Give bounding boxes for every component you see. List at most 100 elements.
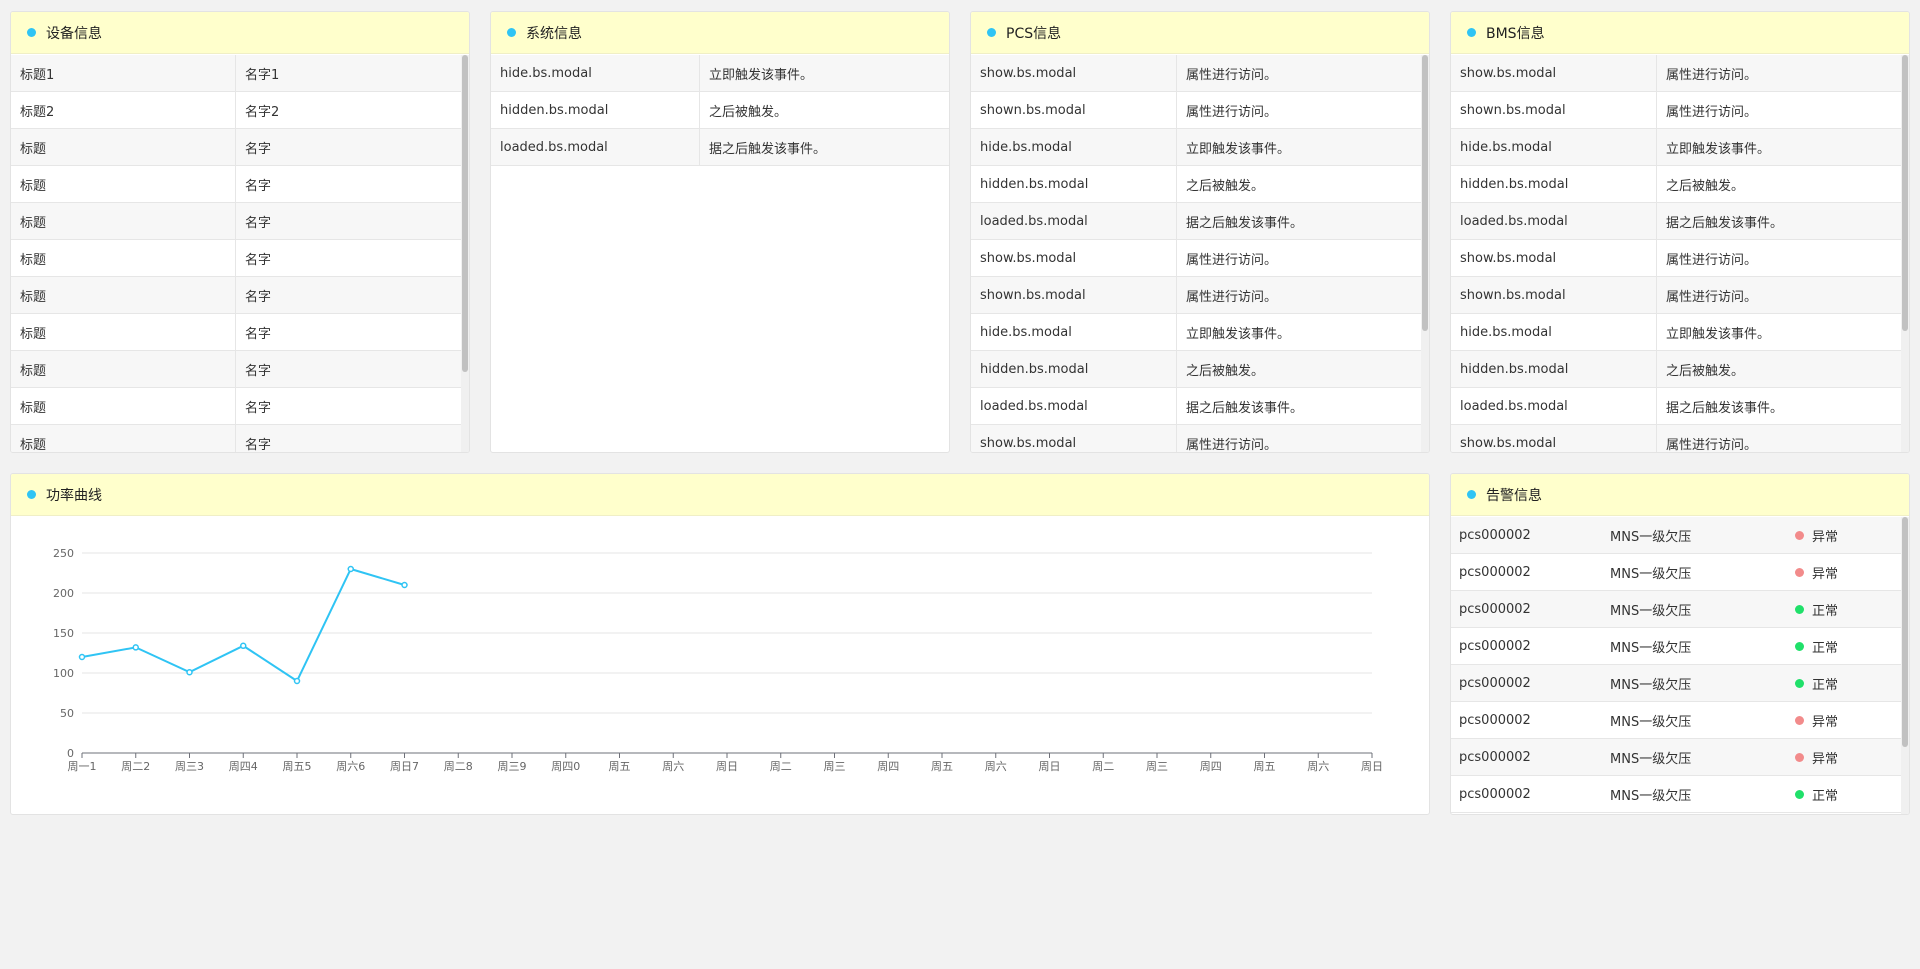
scrollbar-thumb[interactable]: [462, 55, 468, 372]
pcs-table: show.bs.modal 属性进行访问。 shown.bs.modal 属性进行访问…: [971, 55, 1429, 452]
table-row[interactable]: loaded.bs.modal 据之后触发该事件。: [491, 129, 949, 166]
alarm-row[interactable]: pcs000002 MNS一级欠压 异常: [1451, 517, 1909, 554]
alarm-row[interactable]: pcs000002 MNS一级欠压 正常: [1451, 665, 1909, 702]
scrollbar[interactable]: [1901, 517, 1909, 814]
table-row[interactable]: loaded.bs.modal 据之后触发该事件。: [971, 203, 1429, 240]
row-key: show.bs.modal: [971, 55, 1177, 91]
table-row[interactable]: loaded.bs.modal 据之后触发该事件。: [1451, 388, 1909, 425]
bms-table: show.bs.modal 属性进行访问。 shown.bs.modal 属性进行访问…: [1451, 55, 1909, 452]
table-row[interactable]: hide.bs.modal 立即触发该事件。: [971, 314, 1429, 351]
status-label: 正常: [1812, 603, 1839, 619]
row-key: 标题: [11, 425, 236, 452]
table-row[interactable]: hide.bs.modal 立即触发该事件。: [1451, 129, 1909, 166]
table-row[interactable]: show.bs.modal 属性进行访问。: [971, 55, 1429, 92]
status-abnormal-icon: [1795, 752, 1804, 762]
row-key: hide.bs.modal: [971, 129, 1177, 165]
scrollbar[interactable]: [461, 55, 469, 452]
alarm-row[interactable]: pcs000002 MNS一级欠压 正常: [1451, 591, 1909, 628]
panel-title: PCS信息: [1006, 25, 1062, 42]
row-key: 标题: [11, 351, 236, 387]
device-info-header: 设备信息: [11, 12, 469, 54]
scrollbar[interactable]: [1901, 55, 1909, 452]
table-row[interactable]: show.bs.modal 属性进行访问。: [971, 425, 1429, 452]
bms-info-body[interactable]: show.bs.modal 属性进行访问。 shown.bs.modal 属性进行访问…: [1451, 55, 1909, 452]
table-row[interactable]: 标题 名字: [11, 240, 469, 277]
table-row[interactable]: 标题 名字: [11, 425, 469, 452]
alarm-status: 正常: [1787, 591, 1897, 627]
row-key: show.bs.modal: [1451, 55, 1657, 91]
scrollbar-thumb[interactable]: [1902, 55, 1908, 331]
table-row[interactable]: 标题2 名字2: [11, 92, 469, 129]
x-tick-label: 周三: [1146, 760, 1168, 773]
table-row[interactable]: shown.bs.modal 属性进行访问。: [971, 277, 1429, 314]
row-key: shown.bs.modal: [1451, 92, 1657, 128]
x-tick-label: 周三9: [498, 760, 527, 773]
table-row[interactable]: hidden.bs.modal 之后被触发。: [971, 166, 1429, 203]
status-label: 异常: [1812, 751, 1839, 767]
x-tick-label: 周五: [1254, 760, 1276, 773]
table-row[interactable]: shown.bs.modal 属性进行访问。: [971, 92, 1429, 129]
row-key: show.bs.modal: [971, 240, 1177, 276]
table-row[interactable]: 标题 名字: [11, 203, 469, 240]
status-abnormal-icon: [1795, 567, 1804, 577]
table-row[interactable]: shown.bs.modal 属性进行访问。: [1451, 277, 1909, 314]
table-row[interactable]: shown.bs.modal 属性进行访问。: [1451, 92, 1909, 129]
x-tick-label: 周六: [985, 760, 1007, 773]
table-row[interactable]: hidden.bs.modal 之后被触发。: [971, 351, 1429, 388]
row-key: show.bs.modal: [1451, 425, 1657, 452]
row-value: 名字: [245, 326, 272, 342]
table-row[interactable]: 标题 名字: [11, 277, 469, 314]
table-row[interactable]: hide.bs.modal 立即触发该事件。: [971, 129, 1429, 166]
scrollbar-thumb[interactable]: [1422, 55, 1428, 331]
table-row[interactable]: hidden.bs.modal 之后被触发。: [1451, 166, 1909, 203]
table-row[interactable]: loaded.bs.modal 据之后触发该事件。: [971, 388, 1429, 425]
table-row[interactable]: 标题1 名字1: [11, 55, 469, 92]
device-info-body[interactable]: 标题1 名字1 标题2 名字2 标题 名字 标题 名字 标题 名字 标题 名字 标题 名字 标题 名字 标题 名字…: [11, 55, 469, 452]
row-value: 立即触发该事件。: [1186, 326, 1291, 342]
row-key: 标题: [11, 203, 236, 239]
panel-title: BMS信息: [1486, 25, 1545, 42]
status-label: 异常: [1812, 529, 1839, 545]
alarm-row[interactable]: pcs000002 MNS一级欠压 异常: [1451, 702, 1909, 739]
table-row[interactable]: 标题 名字: [11, 388, 469, 425]
alarm-device-id: pcs000002: [1459, 712, 1531, 728]
table-row[interactable]: 标题 名字: [11, 351, 469, 388]
table-row[interactable]: hidden.bs.modal 之后被触发。: [1451, 351, 1909, 388]
y-tick-label: 100: [53, 667, 74, 680]
data-point: [240, 642, 247, 650]
row-key: 标题: [11, 240, 236, 276]
row-value: 属性进行访问。: [1186, 104, 1278, 120]
alarm-info-body[interactable]: pcs000002 MNS一级欠压 异常 pcs000002 MNS一级欠压 异常 pcs0…: [1451, 517, 1909, 814]
table-row[interactable]: loaded.bs.modal 据之后触发该事件。: [1451, 203, 1909, 240]
table-row[interactable]: show.bs.modal 属性进行访问。: [971, 240, 1429, 277]
alarm-row[interactable]: pcs000002 MNS一级欠压 正常: [1451, 628, 1909, 665]
row-value: 之后被触发。: [1186, 178, 1265, 194]
table-row[interactable]: 标题 名字: [11, 129, 469, 166]
panel-title: 告警信息: [1486, 487, 1542, 504]
row-key: hide.bs.modal: [971, 314, 1177, 350]
table-row[interactable]: hide.bs.modal 立即触发该事件。: [1451, 314, 1909, 351]
table-row[interactable]: 标题 名字: [11, 314, 469, 351]
bullet-dot-icon: [1467, 490, 1476, 499]
data-point: [132, 644, 139, 651]
pcs-info-body[interactable]: show.bs.modal 属性进行访问。 shown.bs.modal 属性进行访问…: [971, 55, 1429, 452]
table-row[interactable]: 标题 名字: [11, 166, 469, 203]
scrollbar-thumb[interactable]: [1902, 517, 1908, 747]
table-row[interactable]: hide.bs.modal 立即触发该事件。: [491, 55, 949, 92]
alarm-row[interactable]: pcs000002 MNS一级欠压 异常: [1451, 554, 1909, 591]
alarm-row[interactable]: pcs000002 MNS一级欠压 正常: [1451, 776, 1909, 813]
scrollbar[interactable]: [1421, 55, 1429, 452]
table-row[interactable]: show.bs.modal 属性进行访问。: [1451, 240, 1909, 277]
system-info-panel: 系统信息 hide.bs.modal 立即触发该事件。 hidden.bs.moda…: [490, 11, 950, 453]
row-value: 立即触发该事件。: [1186, 141, 1291, 157]
table-row[interactable]: show.bs.modal 属性进行访问。: [1451, 55, 1909, 92]
row-key: hidden.bs.modal: [971, 351, 1177, 387]
row-value: 据之后触发该事件。: [1666, 215, 1784, 231]
x-tick-label: 周六: [662, 760, 684, 773]
x-tick-label: 周三3: [175, 760, 204, 773]
bullet-dot-icon: [27, 490, 36, 499]
alarm-row[interactable]: pcs000002 MNS一级欠压 异常: [1451, 739, 1909, 776]
table-row[interactable]: hidden.bs.modal 之后被触发。: [491, 92, 949, 129]
table-row[interactable]: show.bs.modal 属性进行访问。: [1451, 425, 1909, 452]
bms-info-panel: BMS信息 show.bs.modal 属性进行访问。 shown.bs.modal…: [1450, 11, 1910, 453]
